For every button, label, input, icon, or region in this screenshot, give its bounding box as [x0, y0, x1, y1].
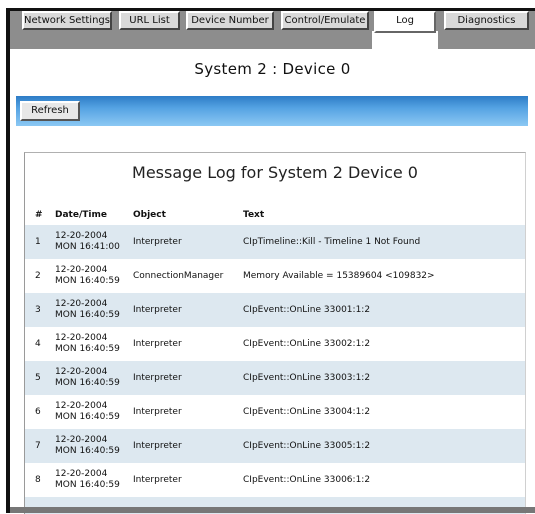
page-title: System 2 : Device 0 [194, 60, 351, 78]
row-text: CIpEvent::OnLine 33003:1:2 [243, 373, 371, 383]
row-datetime: 12-20-2004 MON 16:40:59 [55, 299, 120, 321]
column-header-num: # [35, 210, 43, 220]
row-date: 12-20-2004 [55, 401, 108, 411]
row-time: MON 16:40:59 [55, 344, 120, 354]
row-time: MON 16:41:00 [55, 242, 120, 252]
toolbar: Refresh [16, 96, 529, 126]
column-header-text: Text [243, 210, 265, 220]
row-time: MON 16:40:59 [55, 276, 120, 286]
row-text: CIpEvent::OnLine 33006:1:2 [243, 475, 371, 485]
table-row: 1 12-20-2004 MON 16:41:00 Interpreter CIp… [25, 225, 525, 259]
row-time: MON 16:40:59 [55, 446, 120, 456]
row-date: 12-20-2004 [55, 469, 108, 479]
window-border-bottom [10, 507, 535, 513]
row-text: CIpEvent::OnLine 33001:1:2 [243, 305, 371, 315]
row-text: CIpEvent::OnLine 33005:1:2 [243, 441, 371, 451]
table-row: 6 12-20-2004 MON 16:40:59 Interpreter CIp… [25, 395, 525, 429]
row-datetime: 12-20-2004 MON 16:40:59 [55, 401, 120, 423]
tab-network-settings[interactable]: Network Settings [22, 11, 112, 30]
row-text: CIpEvent::OnLine 33004:1:2 [243, 407, 371, 417]
table-row: 4 12-20-2004 MON 16:40:59 Interpreter CIp… [25, 327, 525, 361]
row-object: Interpreter [133, 339, 182, 349]
row-time: MON 16:40:59 [55, 310, 120, 320]
row-time: MON 16:40:59 [55, 412, 120, 422]
row-object: Interpreter [133, 237, 182, 247]
row-datetime: 12-20-2004 MON 16:40:59 [55, 469, 120, 491]
row-date: 12-20-2004 [55, 231, 108, 241]
tab-control-emulate[interactable]: Control/Emulate [281, 11, 369, 30]
table-row: 7 12-20-2004 MON 16:40:59 Interpreter CIp… [25, 429, 525, 463]
log-title: Message Log for System 2 Device 0 [132, 163, 418, 182]
row-number: 5 [35, 373, 41, 383]
window: Network Settings URL List Device Number … [0, 0, 535, 514]
row-date: 12-20-2004 [55, 435, 108, 445]
row-number: 8 [35, 475, 41, 485]
row-datetime: 12-20-2004 MON 16:40:59 [55, 265, 120, 287]
row-number: 4 [35, 339, 41, 349]
row-time: MON 16:40:59 [55, 480, 120, 490]
tab-diagnostics[interactable]: Diagnostics [444, 11, 529, 30]
table-row: 2 12-20-2004 MON 16:40:59 ConnectionManag… [25, 259, 525, 293]
row-date: 12-20-2004 [55, 367, 108, 377]
tab-log[interactable]: Log [374, 11, 436, 33]
row-object: Interpreter [133, 407, 182, 417]
column-header-object: Object [133, 210, 166, 220]
row-object: Interpreter [133, 305, 182, 315]
row-object: Interpreter [133, 441, 182, 451]
row-number: 1 [35, 237, 41, 247]
row-object: Interpreter [133, 475, 182, 485]
row-number: 6 [35, 407, 41, 417]
row-time: MON 16:40:59 [55, 378, 120, 388]
row-number: 3 [35, 305, 41, 315]
row-datetime: 12-20-2004 MON 16:40:59 [55, 435, 120, 457]
row-date: 12-20-2004 [55, 265, 108, 275]
table-row: 5 12-20-2004 MON 16:40:59 Interpreter CIp… [25, 361, 525, 395]
tab-url-list[interactable]: URL List [119, 11, 180, 30]
row-object: Interpreter [133, 373, 182, 383]
table-row: 3 12-20-2004 MON 16:40:59 Interpreter CIp… [25, 293, 525, 327]
tab-device-number[interactable]: Device Number [186, 11, 274, 30]
message-log-panel: Message Log for System 2 Device 0 # Date… [24, 152, 526, 514]
row-datetime: 12-20-2004 MON 16:41:00 [55, 231, 120, 253]
row-datetime: 12-20-2004 MON 16:40:59 [55, 367, 120, 389]
row-datetime: 12-20-2004 MON 16:40:59 [55, 333, 120, 355]
row-date: 12-20-2004 [55, 299, 108, 309]
row-number: 7 [35, 441, 41, 451]
refresh-button[interactable]: Refresh [20, 101, 80, 121]
table-row: 8 12-20-2004 MON 16:40:59 Interpreter CIp… [25, 463, 525, 497]
column-header-datetime: Date/Time [55, 210, 107, 220]
row-text: CIpEvent::OnLine 33002:1:2 [243, 339, 371, 349]
row-number: 2 [35, 271, 41, 281]
row-object: ConnectionManager [133, 271, 224, 281]
row-text: Memory Available = 15389604 <109832> [243, 271, 435, 281]
row-date: 12-20-2004 [55, 333, 108, 343]
row-text: CIpTimeline::Kill - Timeline 1 Not Found [243, 237, 421, 247]
